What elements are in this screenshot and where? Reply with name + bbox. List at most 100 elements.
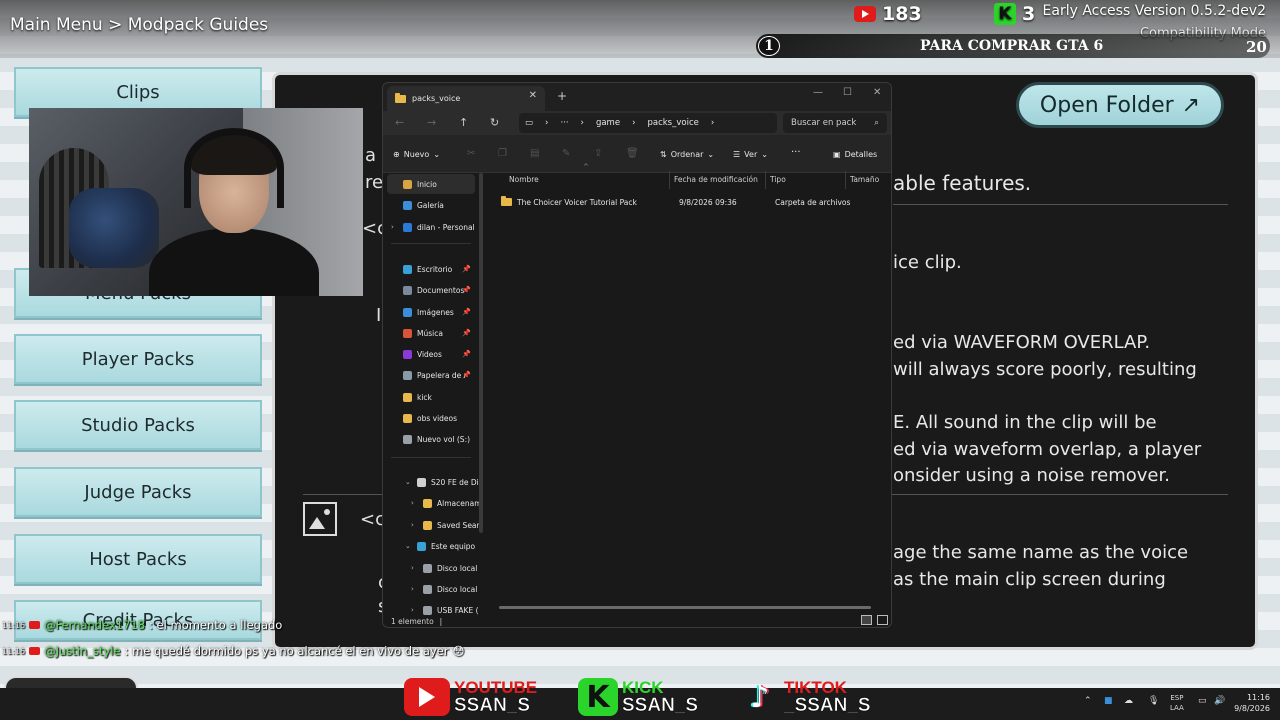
maximize-icon[interactable]: ☐ (843, 87, 852, 98)
details-button[interactable]: ▣ Detalles (833, 150, 877, 159)
pin-icon: 📌 (462, 329, 471, 337)
guide-fragment: I (376, 305, 382, 326)
alert-number: 1 (758, 36, 780, 56)
nav-item[interactable]: Videos 📌 (383, 344, 479, 364)
sort-caret-icon: ^ (583, 163, 589, 171)
plus-circle-icon: ⊕ (393, 150, 400, 159)
nav-item-icon (403, 328, 412, 338)
close-window-icon[interactable]: ✕ (873, 87, 881, 98)
nav-item-label: obs videos (417, 413, 458, 423)
nav-item[interactable]: Documentos 📌 (383, 280, 479, 300)
nav-item[interactable]: Imágenes 📌 (383, 302, 479, 322)
tray-cloud-icon[interactable]: ☁ (1124, 696, 1133, 706)
explorer-tab[interactable]: packs_voice ✕ (387, 86, 545, 111)
column-header-type[interactable]: Tipo (770, 175, 786, 184)
more-path-icon[interactable]: ··· (560, 118, 568, 128)
social-handle: SSAN_S (454, 695, 531, 716)
expand-right-icon[interactable]: › (411, 499, 414, 507)
minimize-icon[interactable]: — (813, 87, 823, 98)
close-tab-icon[interactable]: ✕ (529, 90, 537, 101)
view-label: Ver (744, 150, 758, 159)
nav-item[interactable]: obs videos (383, 408, 479, 428)
expand-right-icon[interactable]: › (411, 564, 414, 572)
network-icon[interactable]: ▭ (1198, 696, 1207, 706)
nav-item[interactable]: Galería (383, 195, 479, 215)
tray-app-icon[interactable]: ■ (1104, 696, 1113, 706)
path-segment-game[interactable]: game (596, 118, 620, 128)
nav-item[interactable]: ⌄ S20 FE de Dilan (383, 472, 479, 492)
copy-icon[interactable]: ❐ (498, 148, 507, 159)
new-tab-icon[interactable]: + (557, 89, 567, 103)
new-button[interactable]: ⊕ Nuevo ⌄ (393, 150, 440, 159)
refresh-icon[interactable]: ↻ (490, 116, 499, 129)
nav-item[interactable]: › dilan - Personal (383, 217, 479, 237)
taskbar-clock[interactable]: 11:16 9/8/2026 (1232, 692, 1270, 714)
menu-button-studio-packs[interactable]: Studio Packs (14, 400, 262, 450)
nav-item-icon (403, 434, 412, 444)
expand-down-icon[interactable]: ⌄ (405, 478, 411, 486)
sort-label: Ordenar (670, 150, 704, 159)
forward-icon[interactable]: → (427, 116, 436, 129)
tiles-view-icon[interactable] (877, 615, 888, 625)
nav-item[interactable]: › Almacenamier (383, 493, 479, 513)
nav-item[interactable]: Nuevo vol (S:) (383, 429, 479, 449)
guide-text-line: ice clip. (893, 252, 962, 273)
nav-item-icon (403, 200, 412, 210)
nav-item[interactable]: Música 📌 (383, 323, 479, 343)
column-header-size[interactable]: Tamaño (850, 175, 879, 184)
kick-social-text: KICK SSAN_S (622, 679, 699, 716)
delete-icon[interactable]: 🗑 (626, 148, 639, 159)
tray-mic-icon[interactable]: 🎙 (1148, 696, 1159, 706)
file-date: 9/8/2026 09:36 (679, 197, 737, 207)
path-segment-packs-voice[interactable]: packs_voice (647, 118, 698, 128)
nav-scrollbar[interactable] (479, 173, 483, 533)
menu-button-player-packs[interactable]: Player Packs (14, 334, 262, 384)
nav-item-label: Música (417, 328, 443, 338)
webcam-headset (184, 128, 284, 208)
share-icon[interactable]: ⇪ (594, 148, 602, 159)
paste-icon[interactable]: ▤ (530, 148, 539, 159)
nav-item[interactable]: Escritorio 📌 (383, 259, 479, 279)
search-input[interactable]: Buscar en pack ⌕ (783, 113, 887, 133)
tray-chevron-up-icon[interactable]: ⌃ (1084, 696, 1092, 706)
language-indicator[interactable]: ESP LAA (1170, 693, 1184, 713)
divider (893, 204, 1228, 205)
column-separator (669, 171, 670, 189)
rename-icon[interactable]: ✎ (562, 148, 570, 159)
up-icon[interactable]: ↑ (459, 116, 468, 129)
file-row[interactable]: The Choicer Voicer Tutorial Pack 9/8/202… (495, 194, 875, 210)
address-bar[interactable]: ▭ › ··· › game › packs_voice › (519, 113, 777, 133)
details-view-icon[interactable] (861, 615, 872, 625)
nav-item-icon (403, 307, 412, 317)
pin-icon: 📌 (462, 265, 471, 273)
nav-item[interactable]: Inicio (387, 174, 475, 194)
nav-item[interactable]: kick (383, 387, 479, 407)
expand-right-icon[interactable]: › (411, 521, 414, 529)
nav-item[interactable]: › Disco local (C: (383, 558, 479, 578)
menu-button-host-packs[interactable]: Host Packs (14, 534, 262, 584)
back-icon[interactable]: ← (395, 116, 404, 129)
menu-button-judge-packs[interactable]: Judge Packs (14, 467, 262, 517)
emoji-icon: 😳 (452, 644, 465, 658)
image-icon (303, 502, 337, 536)
nav-item[interactable]: › Saved Searche (383, 515, 479, 535)
nav-item[interactable]: ⌄ Este equipo (383, 536, 479, 556)
expand-right-icon[interactable]: › (411, 585, 414, 593)
horizontal-scrollbar[interactable] (499, 606, 871, 609)
open-folder-button[interactable]: Open Folder ↗ (1016, 82, 1224, 128)
volume-icon[interactable]: 🔊 (1214, 696, 1225, 706)
tiktok-social-tag: ♪ TIKTOK _SSAN_S (740, 678, 870, 716)
expand-down-icon[interactable]: ⌄ (405, 542, 411, 550)
nav-item[interactable]: › Disco local (D: (383, 579, 479, 599)
column-header-name[interactable]: Nombre (509, 175, 539, 184)
column-header-date[interactable]: Fecha de modificación (674, 175, 758, 184)
sort-button[interactable]: ⇅ Ordenar ⌄ (660, 150, 714, 159)
cut-icon[interactable]: ✂ (467, 148, 475, 159)
expand-right-icon[interactable]: › (391, 223, 394, 231)
chat-username: @Fernandex1718 (44, 618, 146, 632)
nav-item[interactable]: Papelera de r 📌 (383, 365, 479, 385)
search-placeholder: Buscar en pack (791, 118, 857, 128)
view-button[interactable]: ☰ Ver ⌄ (733, 150, 768, 159)
kick-logo-icon: K (578, 678, 618, 716)
more-options-icon[interactable]: ··· (791, 147, 801, 158)
